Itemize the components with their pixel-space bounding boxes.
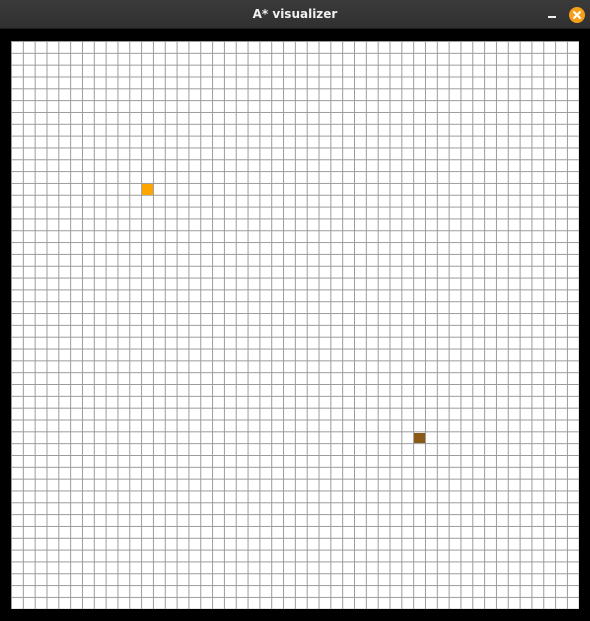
start-node[interactable] <box>142 184 153 195</box>
close-icon <box>573 11 581 19</box>
window-title: A* visualizer <box>252 7 338 21</box>
title-bar: A* visualizer <box>0 0 590 29</box>
grid-board[interactable] <box>11 41 579 609</box>
minimize-button[interactable] <box>544 7 560 23</box>
grid-canvas <box>0 29 590 621</box>
end-node[interactable] <box>414 432 426 444</box>
minimize-icon <box>548 16 556 18</box>
close-button[interactable] <box>569 7 585 23</box>
